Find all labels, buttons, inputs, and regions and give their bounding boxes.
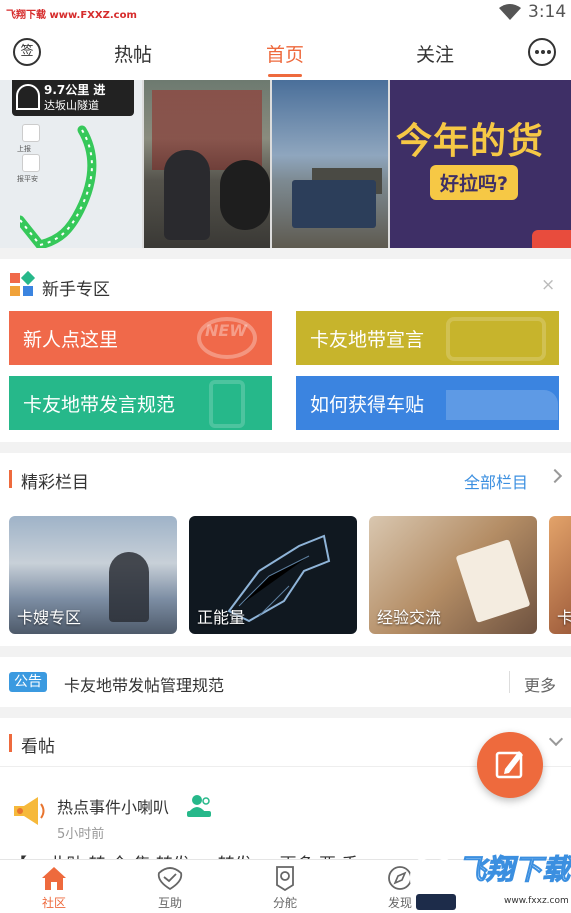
card-label: 卡友地带发言规范 [23,394,176,416]
announcement-text[interactable]: 卡友地带发帖管理规范 [64,672,224,696]
active-tab-indicator [268,74,302,77]
sign-in-button[interactable]: 签 [13,38,41,66]
megaphone-icon[interactable] [10,792,48,830]
newbie-card-manifesto[interactable]: 卡友地带宣言 [296,311,559,365]
tab-mutual-aid[interactable]: 互助 [140,860,200,913]
newbie-title: 新手专区 [42,280,110,300]
announcement-badge: 公告 [9,672,47,692]
branch-icon [276,866,294,891]
tunnel-icon [16,84,40,110]
compose-button[interactable] [477,732,543,798]
newbie-card-welcome[interactable]: NEW 新人点这里 [9,311,272,365]
message-icon[interactable] [528,38,556,66]
column-label: 卡 [557,608,571,627]
tab-branch[interactable]: 分舵 [255,860,315,913]
tab-following[interactable]: 关注 [416,40,454,67]
banner-slide-cargo: 今年的货 好拉吗? [390,80,571,248]
tunnel-sign: 9.7公里 进 达坂山隧道 [12,80,134,116]
tab-home[interactable]: 首页 [266,40,304,67]
banner-slide-truck-road [272,80,388,248]
tab-hot-posts[interactable]: 热帖 [114,40,152,67]
edit-icon [495,751,523,779]
clock: 3:14 [528,2,567,22]
column-card-partial[interactable]: 卡 [549,516,571,634]
newbie-card-sticker[interactable]: 如何获得车贴 [296,376,559,430]
watermark-text: 飞翔下载 www.FXXZ.com [6,10,137,21]
tab-label: 互助 [157,896,182,910]
newbie-card-rules[interactable]: 卡友地带发言规范 [9,376,272,430]
announcement-bar[interactable]: 公告 卡友地带发帖管理规范 更多 [0,657,571,707]
divider [509,671,510,693]
section-marker [9,734,12,752]
book-image [455,539,531,623]
banner-slide-map: 9.7公里 进 达坂山隧道 上报 报平安 [0,80,142,248]
post-author[interactable]: 热点事件小喇叭 [57,794,169,818]
top-nav: 签 热帖 首页 关注 [0,26,571,80]
more-button[interactable]: 更多 [524,672,556,696]
distance-label: 9.7公里 进 [44,83,106,97]
section-title: 精彩栏目 [21,473,89,493]
card-label: 如何获得车贴 [310,394,425,416]
status-bar: 飞翔下载 www.FXXZ.com 3:14 [0,0,571,26]
column-label: 正能量 [197,608,246,627]
column-card-wives[interactable]: 卡嫂专区 [9,516,177,634]
banner-carousel[interactable]: 9.7公里 进 达坂山隧道 上报 报平安 今年的货 好拉吗? [0,80,571,248]
chevron-right-icon[interactable] [547,468,563,484]
admin-badge-icon [187,795,211,817]
road-label: 达坂山隧道 [44,99,99,112]
column-card-experience[interactable]: 经验交流 [369,516,537,634]
card-label: 新人点这里 [23,329,119,351]
tab-label: 分舵 [272,896,297,910]
watermark-icon [410,854,456,910]
all-columns-link[interactable]: 全部栏目 [464,469,528,493]
watermark-logo: 飞翔下载 www.fxxz.com [408,848,571,913]
column-label: 卡嫂专区 [17,608,82,627]
girl-figure [109,552,149,622]
phone-icon [209,380,245,428]
post-time: 5小时前 [57,827,105,842]
banner-slide-truck-repair [144,80,270,248]
newbie-logo-icon [10,270,36,297]
handshake-icon [157,867,183,891]
new-badge-deco: NEW [205,321,247,340]
banner-subheadline: 好拉吗? [430,165,519,200]
featured-columns: 精彩栏目 全部栏目 卡嫂专区 正能量 经验交流 卡 [0,453,571,646]
close-icon[interactable]: × [541,275,555,295]
watermark-title: 飞翔下载 [457,853,571,887]
banner-headline: 今年的货 [396,121,545,162]
watermark-url: www.fxxz.com [504,896,569,906]
truck-icon [446,390,558,420]
column-label: 经验交流 [377,608,442,627]
chevron-down-icon[interactable] [548,731,564,747]
home-icon [42,867,66,890]
newbie-section: 新手专区 × NEW 新人点这里 卡友地带宣言 卡友地带发言规范 如何获得车贴 [0,259,571,442]
tab-community[interactable]: 社区 [24,860,84,913]
book-icon [446,317,546,361]
section-title: 看帖 [21,737,55,757]
wifi-icon [499,4,521,20]
card-label: 卡友地带宣言 [310,329,425,351]
route-line [20,125,97,248]
column-card-positive[interactable]: 正能量 [189,516,357,634]
tab-label: 社区 [41,896,66,910]
section-marker [9,470,12,488]
